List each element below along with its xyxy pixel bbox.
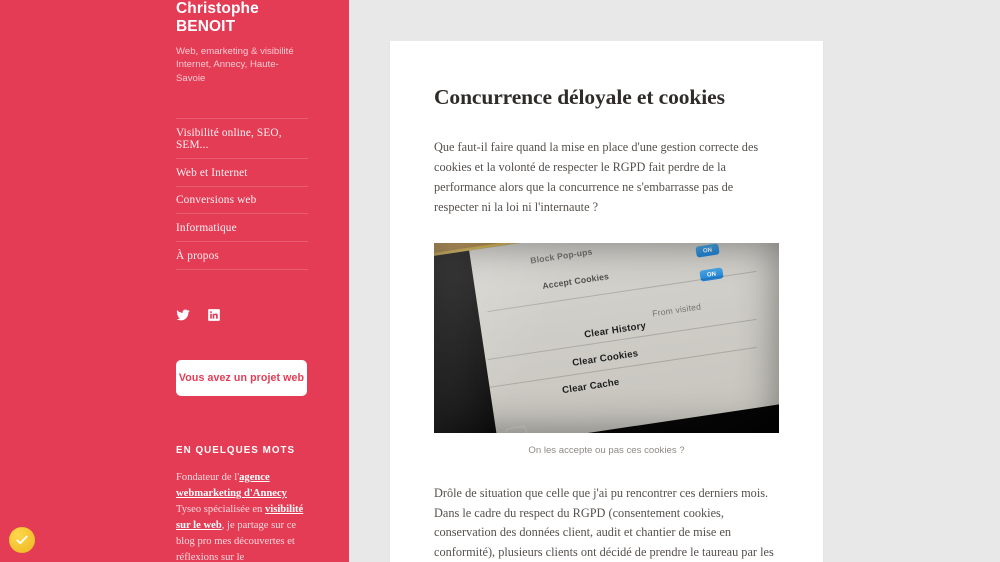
site-title[interactable]: Christophe BENOIT — [176, 0, 259, 35]
cookies-photo: Block Pop-ups ON Accept Cookies ON From … — [434, 242, 779, 433]
nav-item-web-et-internet[interactable]: Web et Internet — [176, 159, 308, 187]
nav-item-informatique[interactable]: Informatique — [176, 214, 308, 243]
check-badge-icon[interactable] — [9, 527, 35, 553]
nav-item-conversions-web[interactable]: Conversions web — [176, 187, 308, 215]
twitter-icon[interactable] — [176, 308, 190, 322]
about-section-text: Fondateur de l'agence webmarketing d'Ann… — [176, 470, 308, 562]
linkedin-icon[interactable] — [207, 308, 221, 322]
about-section-title: EN QUELQUES MOTS — [176, 444, 296, 456]
page-root: Christophe BENOIT Web, emarketing & visi… — [0, 0, 1000, 562]
sidebar: Christophe BENOIT Web, emarketing & visi… — [0, 0, 349, 562]
nav-item-visibilite-online[interactable]: Visibilité online, SEO, SEM... — [176, 118, 308, 160]
figure-caption: On les accepte ou pas ces cookies ? — [528, 444, 685, 456]
page-title: Concurrence déloyale et cookies — [434, 85, 725, 109]
article-paragraph-1: Que faut-il faire quand la mise en place… — [434, 140, 759, 214]
social-links — [176, 308, 308, 322]
article-figure: Block Pop-ups ON Accept Cookies ON From … — [434, 242, 779, 456]
article-card: Concurrence déloyale et cookies Que faut… — [390, 41, 823, 562]
main-navigation: Visibilité online, SEO, SEM... Web et In… — [176, 118, 308, 270]
site-title-line1: Christophe — [176, 0, 259, 17]
contact-cta-button[interactable]: Vous avez un projet web ? — [176, 359, 307, 420]
about-text-part2: Tyseo spécialisée en — [176, 504, 265, 516]
site-tagline: Web, emarketing & visibilité Internet, A… — [176, 45, 294, 84]
article-paragraph-2: Drôle de situation que celle que j'ai pu… — [434, 485, 774, 560]
nav-item-a-propos[interactable]: À propos — [176, 242, 308, 270]
about-text-part1: Fondateur de l' — [176, 471, 240, 483]
site-title-line2: BENOIT — [176, 18, 236, 36]
